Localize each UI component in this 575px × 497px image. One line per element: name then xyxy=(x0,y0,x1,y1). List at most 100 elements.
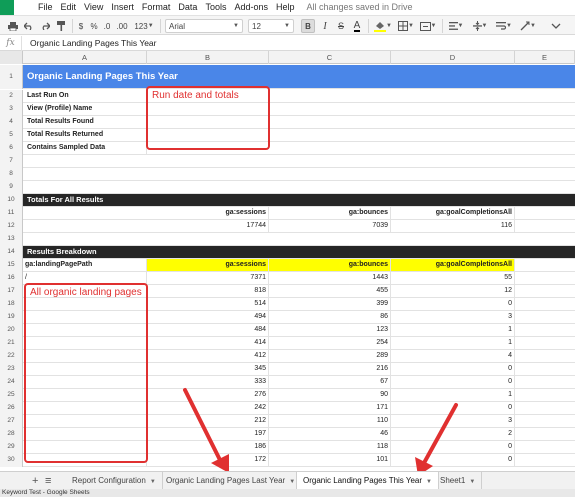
menu-data[interactable]: Data xyxy=(174,2,201,12)
row-number[interactable]: 20 xyxy=(0,324,23,337)
redo-icon[interactable] xyxy=(38,19,52,33)
sessions-cell[interactable]: 212 xyxy=(147,415,269,427)
menu-insert[interactable]: Insert xyxy=(107,2,138,12)
row-number[interactable]: 24 xyxy=(0,376,23,389)
info-label-cell[interactable]: Last Run On xyxy=(25,90,147,102)
fill-color-icon[interactable]: ▼ xyxy=(373,19,393,33)
goals-cell[interactable]: 0 xyxy=(391,376,515,388)
formula-input[interactable]: Organic Landing Pages This Year xyxy=(22,38,157,48)
goals-cell[interactable]: 1 xyxy=(391,324,515,336)
bounces-cell[interactable]: 118 xyxy=(269,441,391,453)
row-number[interactable]: 18 xyxy=(0,298,23,311)
bounces-cell[interactable]: 123 xyxy=(269,324,391,336)
bounces-cell[interactable]: 254 xyxy=(269,337,391,349)
row-number[interactable]: 15 xyxy=(0,259,23,272)
chevron-down-icon[interactable]: ▼ xyxy=(150,479,156,485)
bounces-cell[interactable]: 46 xyxy=(269,428,391,440)
goals-cell[interactable]: 3 xyxy=(391,311,515,323)
row-number[interactable]: 5 xyxy=(0,129,23,142)
info-label-cell[interactable]: Contains Sampled Data xyxy=(25,142,147,154)
sheet-tab-sheet1[interactable]: Sheet1 ▼ xyxy=(434,472,483,489)
menu-addons[interactable]: Add-ons xyxy=(230,2,272,12)
table-row[interactable]: 15 ga:landingPagePath ga:sessions ga:bou… xyxy=(0,259,575,272)
row-number[interactable]: 12 xyxy=(0,220,23,233)
text-color-button[interactable]: A xyxy=(350,19,364,33)
decrease-decimal-button[interactable]: .0 xyxy=(101,19,113,33)
breakdown-section-title[interactable]: Results Breakdown xyxy=(27,246,97,258)
goals-cell[interactable]: 3 xyxy=(391,415,515,427)
column-header-b[interactable]: B xyxy=(147,51,269,64)
font-family-select[interactable]: Arial ▼ xyxy=(165,19,243,33)
row-number[interactable]: 19 xyxy=(0,311,23,324)
sessions-cell[interactable]: 514 xyxy=(147,298,269,310)
dimension-header-cell[interactable]: ga:landingPagePath xyxy=(23,259,147,271)
sessions-cell[interactable]: 484 xyxy=(147,324,269,336)
title-row[interactable]: 1 Organic Landing Pages This Year xyxy=(0,65,575,89)
row-number[interactable]: 2 xyxy=(0,90,23,103)
bounces-cell[interactable]: 67 xyxy=(269,376,391,388)
metric-header-bounces[interactable]: ga:bounces xyxy=(269,259,391,271)
select-all-corner[interactable] xyxy=(0,51,23,64)
bold-button[interactable]: B xyxy=(301,19,315,33)
menu-edit[interactable]: Edit xyxy=(57,2,81,12)
row-number[interactable]: 27 xyxy=(0,415,23,428)
bounces-cell[interactable]: 86 xyxy=(269,311,391,323)
undo-icon[interactable] xyxy=(22,19,36,33)
table-row[interactable]: 11 ga:sessions ga:bounces ga:goalComplet… xyxy=(0,207,575,220)
info-label-cell[interactable]: Total Results Returned xyxy=(25,129,147,141)
sessions-cell[interactable]: 333 xyxy=(147,376,269,388)
table-row[interactable]: 8 xyxy=(0,168,575,181)
totals-header-sessions[interactable]: ga:sessions xyxy=(147,207,269,219)
menu-view[interactable]: View xyxy=(80,2,107,12)
section-header-row[interactable]: 10 Totals For All Results xyxy=(0,194,575,207)
row-number[interactable]: 6 xyxy=(0,142,23,155)
paint-format-icon[interactable] xyxy=(54,19,68,33)
row-number[interactable]: 16 xyxy=(0,272,23,285)
table-row[interactable]: 5 Total Results Returned xyxy=(0,129,575,142)
row-number[interactable]: 10 xyxy=(0,194,23,207)
sessions-cell[interactable]: 818 xyxy=(147,285,269,297)
row-number[interactable]: 26 xyxy=(0,402,23,415)
bounces-cell[interactable]: 171 xyxy=(269,402,391,414)
sessions-cell[interactable]: 242 xyxy=(147,402,269,414)
goals-cell[interactable]: 55 xyxy=(391,272,515,284)
row-number[interactable]: 28 xyxy=(0,428,23,441)
chevron-down-icon[interactable]: ▼ xyxy=(426,479,432,485)
totals-header-goals[interactable]: ga:goalCompletionsAll xyxy=(391,207,515,219)
row-number[interactable]: 11 xyxy=(0,207,23,220)
bounces-cell[interactable]: 110 xyxy=(269,415,391,427)
row-number[interactable]: 29 xyxy=(0,441,23,454)
goals-cell[interactable]: 1 xyxy=(391,389,515,401)
row-number[interactable]: 4 xyxy=(0,116,23,129)
goals-cell[interactable]: 0 xyxy=(391,298,515,310)
totals-section-title[interactable]: Totals For All Results xyxy=(27,194,103,206)
totals-value-bounces[interactable]: 7039 xyxy=(269,220,391,232)
row-number[interactable]: 1 xyxy=(0,65,23,89)
row-number[interactable]: 17 xyxy=(0,285,23,298)
totals-value-sessions[interactable]: 17744 xyxy=(147,220,269,232)
row-number[interactable]: 13 xyxy=(0,233,23,246)
menu-file[interactable]: File xyxy=(34,2,57,12)
table-row[interactable]: 2 Last Run On xyxy=(0,90,575,103)
sessions-cell[interactable]: 276 xyxy=(147,389,269,401)
vertical-align-icon[interactable]: ▼ xyxy=(470,19,490,33)
sessions-cell[interactable]: 414 xyxy=(147,337,269,349)
info-label-cell[interactable]: Total Results Found xyxy=(25,116,147,128)
currency-format-button[interactable]: $ xyxy=(76,19,86,33)
more-options-icon[interactable] xyxy=(548,19,564,33)
menu-help[interactable]: Help xyxy=(272,2,299,12)
goals-cell[interactable]: 0 xyxy=(391,454,515,466)
percent-format-button[interactable]: % xyxy=(88,19,100,33)
sheet-tab-last-year[interactable]: Organic Landing Pages Last Year ▼ xyxy=(160,472,303,489)
goals-cell[interactable]: 4 xyxy=(391,350,515,362)
row-number[interactable]: 3 xyxy=(0,103,23,116)
table-row[interactable]: 3 View (Profile) Name xyxy=(0,103,575,116)
borders-icon[interactable]: ▼ xyxy=(396,19,416,33)
goals-cell[interactable]: 0 xyxy=(391,441,515,453)
table-row[interactable]: 12 17744 7039 116 xyxy=(0,220,575,233)
bounces-cell[interactable]: 289 xyxy=(269,350,391,362)
bounces-cell[interactable]: 1443 xyxy=(269,272,391,284)
goals-cell[interactable]: 0 xyxy=(391,363,515,375)
italic-button[interactable]: I xyxy=(318,19,332,33)
sessions-cell[interactable]: 345 xyxy=(147,363,269,375)
